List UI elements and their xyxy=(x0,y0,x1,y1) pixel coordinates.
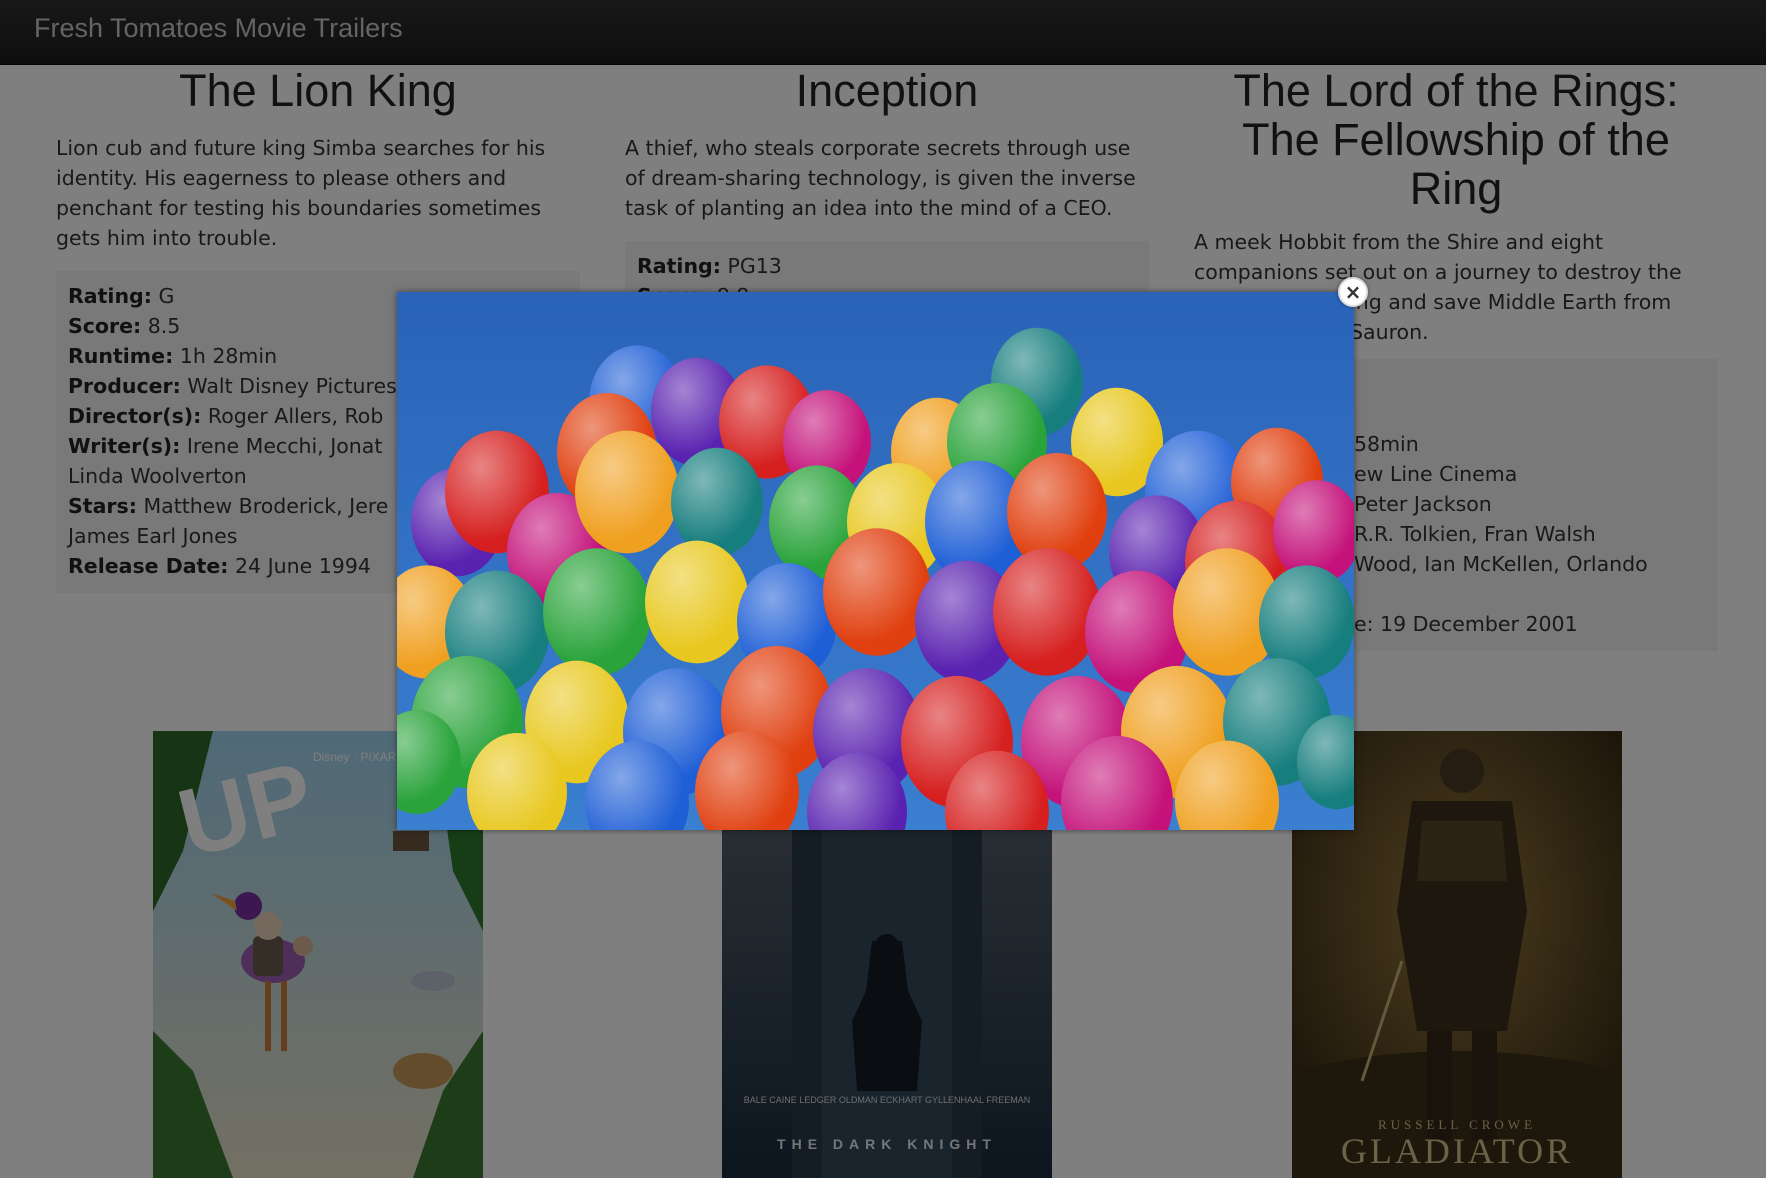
balloon-highlight xyxy=(671,447,763,557)
balloon-highlight xyxy=(823,528,931,656)
balloon-highlight xyxy=(575,430,679,554)
balloon-highlight xyxy=(543,548,651,676)
trailer-modal xyxy=(397,292,1354,830)
trailer-video[interactable] xyxy=(397,292,1354,830)
close-button[interactable]: × xyxy=(1338,277,1368,307)
balloon-highlight xyxy=(993,548,1101,676)
balloon-highlight xyxy=(645,540,749,664)
close-icon: × xyxy=(1344,280,1362,304)
